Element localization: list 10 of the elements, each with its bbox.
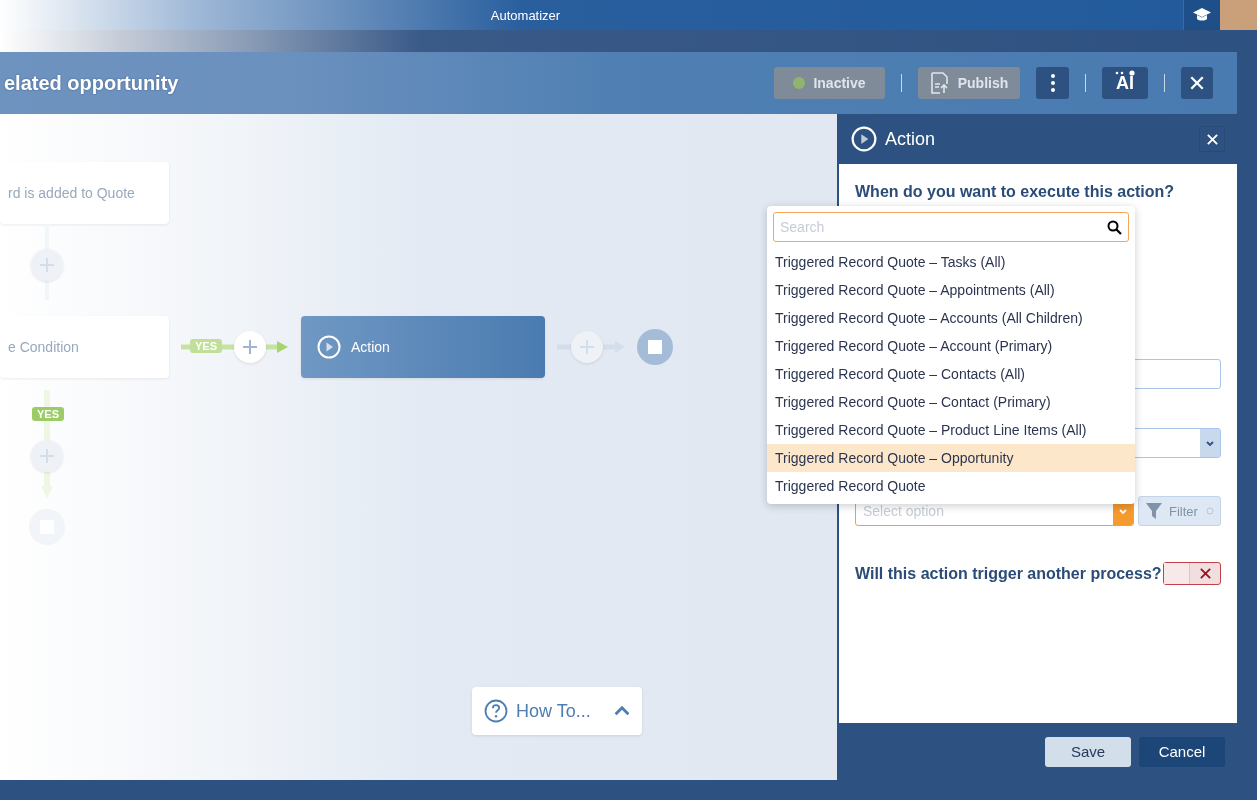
yes-label: YES bbox=[32, 407, 64, 421]
app-title: Automatizer bbox=[489, 7, 562, 23]
panel-title: Action bbox=[885, 128, 937, 150]
node-label: e Condition bbox=[8, 339, 79, 355]
question-text: When do you want to execute this action? bbox=[855, 183, 1176, 201]
yes-label: YES bbox=[190, 339, 222, 353]
node-label: Action bbox=[351, 339, 390, 355]
process-title: elated opportunity bbox=[4, 71, 180, 95]
node-label: rd is added to Quote bbox=[8, 185, 135, 201]
question-text: Will this action trigger another process? bbox=[855, 564, 1162, 583]
